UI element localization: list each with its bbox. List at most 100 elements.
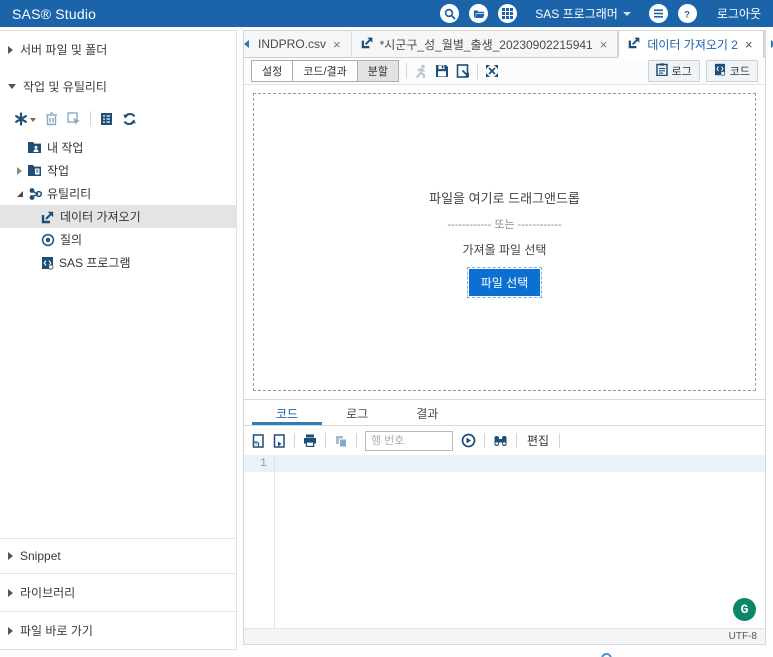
tab-code[interactable]: 코드 bbox=[252, 400, 323, 425]
divider bbox=[477, 63, 479, 79]
find-icon[interactable] bbox=[493, 434, 508, 448]
expanded-caret-icon bbox=[8, 84, 16, 89]
code-button[interactable]: 코드 bbox=[705, 60, 758, 82]
delete-icon[interactable] bbox=[45, 112, 58, 126]
sidebar-section-tasks-utilities[interactable]: 작업 및 유틸리티 bbox=[0, 68, 236, 105]
code-button-label: 코드 bbox=[729, 66, 750, 78]
import-data-icon bbox=[361, 36, 374, 52]
help-icon[interactable]: ? bbox=[677, 4, 697, 23]
tree-item-query[interactable]: 질의 bbox=[0, 228, 236, 251]
query-icon bbox=[41, 233, 55, 247]
collapsed-caret-icon bbox=[8, 588, 13, 597]
app-header: SAS® Studio SAS 프로그래머 ? 로그아웃 bbox=[0, 0, 773, 27]
sas-program-icon bbox=[41, 256, 54, 270]
print-icon[interactable] bbox=[303, 434, 317, 447]
import-data-icon bbox=[628, 36, 641, 52]
log-clipboard-icon bbox=[655, 63, 668, 79]
sidebar-section-libraries[interactable]: 라이브러리 bbox=[0, 573, 236, 611]
main-panel: INDPRO.csv × *시군구_성_월별_출생_20230902215941… bbox=[243, 30, 773, 645]
persona-label: SAS 프로그래머 bbox=[535, 7, 618, 21]
sidebar-section-label: Snippet bbox=[20, 549, 61, 563]
split-view-button[interactable]: 분할 bbox=[356, 60, 400, 82]
tree-item-utilities[interactable]: 유틸리티 bbox=[0, 182, 236, 205]
sidebar-section-label: 작업 및 유틸리티 bbox=[23, 80, 107, 94]
tab-log[interactable]: 로그 bbox=[322, 400, 392, 425]
collapsed-caret-icon bbox=[8, 45, 13, 54]
close-icon[interactable]: × bbox=[599, 37, 609, 52]
search-icon[interactable] bbox=[440, 4, 460, 23]
tab-import-data-2[interactable]: 데이터 가져오기 2 × bbox=[618, 31, 764, 58]
tree-item-sas-program[interactable]: SAS 프로그램 bbox=[0, 251, 236, 274]
chevron-down-icon bbox=[622, 11, 631, 16]
save-as-icon[interactable] bbox=[456, 64, 470, 78]
sidebar-section-snippet[interactable]: Snippet bbox=[0, 538, 236, 573]
tab-label: 데이터 가져오기 2 bbox=[647, 37, 738, 52]
properties-icon[interactable] bbox=[100, 112, 113, 126]
tab-results[interactable]: 결과 bbox=[392, 400, 462, 425]
new-item-icon[interactable] bbox=[14, 111, 36, 126]
tree-item-tasks[interactable]: 작업 bbox=[0, 159, 236, 182]
close-icon[interactable]: × bbox=[332, 37, 342, 52]
import-settings-area: 파일을 여기로 드래그앤드롭 ------------ 또는 ---------… bbox=[244, 85, 765, 399]
tree-item-label: SAS 프로그램 bbox=[59, 256, 131, 270]
grammarly-icon[interactable]: G bbox=[733, 598, 756, 621]
code-results-view-button[interactable]: 코드/결과 bbox=[292, 60, 358, 82]
editor-statusbar: UTF-8 bbox=[244, 628, 765, 644]
sidebar-section-label: 파일 바로 가기 bbox=[20, 624, 93, 638]
dropzone-select-text: 가져올 파일 선택 bbox=[462, 243, 547, 257]
encoding-label: UTF-8 bbox=[728, 631, 757, 642]
list-menu-icon[interactable] bbox=[648, 4, 668, 23]
maximize-icon[interactable] bbox=[485, 64, 499, 78]
sidebar-section-server-files[interactable]: 서버 파일 및 폴더 bbox=[0, 31, 236, 68]
settings-view-button[interactable]: 설정 bbox=[251, 60, 294, 82]
run-icon[interactable] bbox=[414, 64, 428, 79]
app-title: SAS® Studio bbox=[12, 5, 97, 22]
choose-file-button[interactable]: 파일 선택 bbox=[466, 267, 543, 298]
copy-icon[interactable] bbox=[334, 434, 348, 448]
divider bbox=[406, 63, 408, 79]
tree-item-label: 내 작업 bbox=[47, 141, 84, 155]
code-editor-toolbar: 편집 bbox=[244, 426, 765, 455]
tree-item-label: 유틸리티 bbox=[47, 187, 92, 201]
save-icon[interactable] bbox=[435, 64, 449, 78]
apps-grid-icon[interactable] bbox=[498, 4, 518, 23]
log-button[interactable]: 로그 bbox=[647, 60, 700, 82]
code-editor[interactable]: 1 G bbox=[244, 455, 765, 628]
tree-item-my-tasks[interactable]: 내 작업 bbox=[0, 136, 236, 159]
line-number-input[interactable] bbox=[365, 430, 453, 451]
goto-line-icon[interactable] bbox=[461, 433, 476, 448]
code-page-icon bbox=[714, 63, 726, 79]
code-log-results-panel: 코드 로그 결과 행 번호 편집 1 G UTF-8 bbox=[244, 399, 765, 644]
edit-mode-label[interactable]: 편집 bbox=[525, 432, 551, 449]
utilities-nodes-icon bbox=[28, 187, 42, 201]
divider bbox=[90, 111, 91, 126]
dropzone-or-text: ------------ 또는 ------------ bbox=[447, 219, 562, 231]
sidebar-section-label: 서버 파일 및 폴더 bbox=[20, 43, 108, 57]
divider bbox=[325, 433, 326, 448]
dropzone-drag-text: 파일을 여기로 드래그앤드롭 bbox=[429, 191, 580, 206]
line-number: 1 bbox=[259, 456, 267, 470]
open-log-doc-icon[interactable] bbox=[252, 433, 265, 448]
persona-menu[interactable]: SAS 프로그래머 bbox=[535, 5, 631, 22]
tree-item-label: 데이터 가져오기 bbox=[60, 210, 141, 224]
divider bbox=[484, 433, 485, 448]
logout-button[interactable]: 로그아웃 bbox=[717, 5, 761, 22]
my-tasks-folder-icon bbox=[27, 141, 42, 154]
divider bbox=[516, 433, 517, 448]
divider bbox=[294, 433, 295, 448]
select-icon[interactable] bbox=[67, 111, 81, 126]
folder-open-icon[interactable] bbox=[469, 4, 489, 23]
sidebar-toolbar bbox=[0, 105, 236, 136]
tasks-folder-icon bbox=[27, 164, 42, 177]
tab-indpro-csv[interactable]: INDPRO.csv × bbox=[249, 31, 352, 57]
file-dropzone[interactable]: 파일을 여기로 드래그앤드롭 ------------ 또는 ---------… bbox=[253, 93, 756, 391]
export-doc-icon[interactable] bbox=[273, 433, 286, 448]
tab-sigungu-import[interactable]: *시군구_성_월별_출생_20230902215941 × bbox=[352, 31, 619, 57]
document-tabbar: INDPRO.csv × *시군구_성_월별_출생_20230902215941… bbox=[244, 31, 773, 58]
sidebar-section-file-shortcuts[interactable]: 파일 바로 가기 bbox=[0, 611, 236, 649]
tab-scroll-right-icon[interactable] bbox=[763, 31, 773, 57]
tree-item-import-data[interactable]: 데이터 가져오기 bbox=[0, 205, 236, 228]
close-icon[interactable]: × bbox=[744, 37, 754, 52]
sidebar-section-label: 라이브러리 bbox=[20, 586, 76, 600]
refresh-icon[interactable] bbox=[122, 112, 137, 126]
